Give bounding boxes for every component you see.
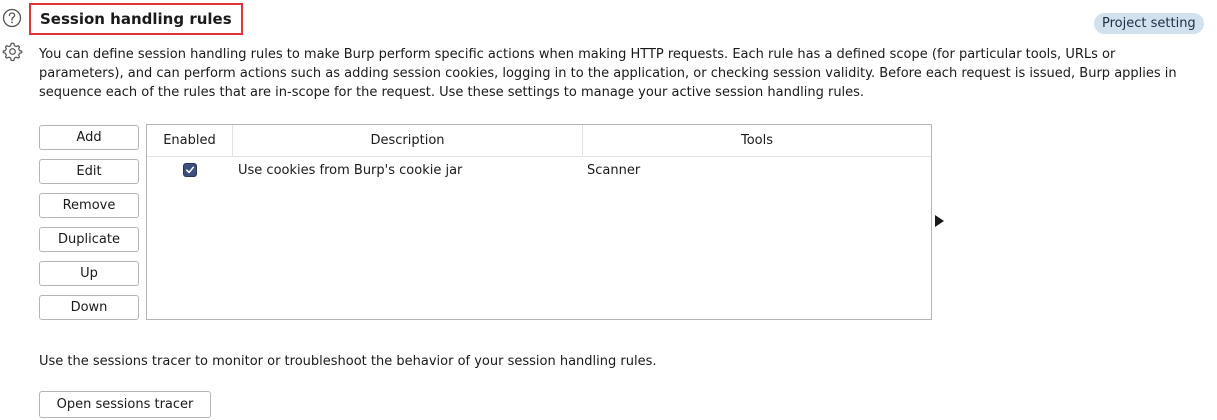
remove-button[interactable]: Remove: [39, 193, 139, 218]
tracer-description: Use the sessions tracer to monitor or tr…: [39, 354, 657, 369]
enabled-cell: [147, 163, 233, 177]
edit-button[interactable]: Edit: [39, 159, 139, 184]
section-description: You can define session handling rules to…: [39, 47, 1177, 100]
rules-table[interactable]: Enabled Description Tools Use cookies fr…: [146, 124, 932, 320]
duplicate-button[interactable]: Duplicate: [39, 227, 139, 252]
enabled-checkbox[interactable]: [183, 163, 197, 177]
question-circle-icon[interactable]: [2, 8, 22, 28]
up-button[interactable]: Up: [39, 261, 139, 286]
triangle-right-icon[interactable]: [935, 215, 944, 227]
session-handling-panel: Session handling rules Project setting Y…: [0, 0, 1217, 420]
gear-icon[interactable]: [2, 41, 23, 62]
add-button[interactable]: Add: [39, 125, 139, 150]
open-sessions-tracer-button[interactable]: Open sessions tracer: [39, 391, 211, 418]
rule-actions: Add Edit Remove Duplicate Up Down: [39, 125, 139, 329]
checkmark-icon: [186, 166, 195, 174]
rule-tools-cell: Scanner: [587, 162, 641, 178]
table-header: Enabled Description Tools: [147, 125, 931, 157]
column-header-tools[interactable]: Tools: [583, 125, 931, 156]
column-header-description[interactable]: Description: [233, 125, 583, 156]
down-button[interactable]: Down: [39, 295, 139, 320]
page-title: Session handling rules: [40, 10, 232, 28]
rule-description-cell: Use cookies from Burp's cookie jar: [238, 162, 463, 178]
table-row[interactable]: Use cookies from Burp's cookie jar Scann…: [147, 157, 931, 183]
title-highlight-box: Session handling rules: [29, 3, 243, 35]
project-setting-badge: Project setting: [1094, 13, 1204, 34]
column-header-enabled[interactable]: Enabled: [147, 125, 233, 156]
